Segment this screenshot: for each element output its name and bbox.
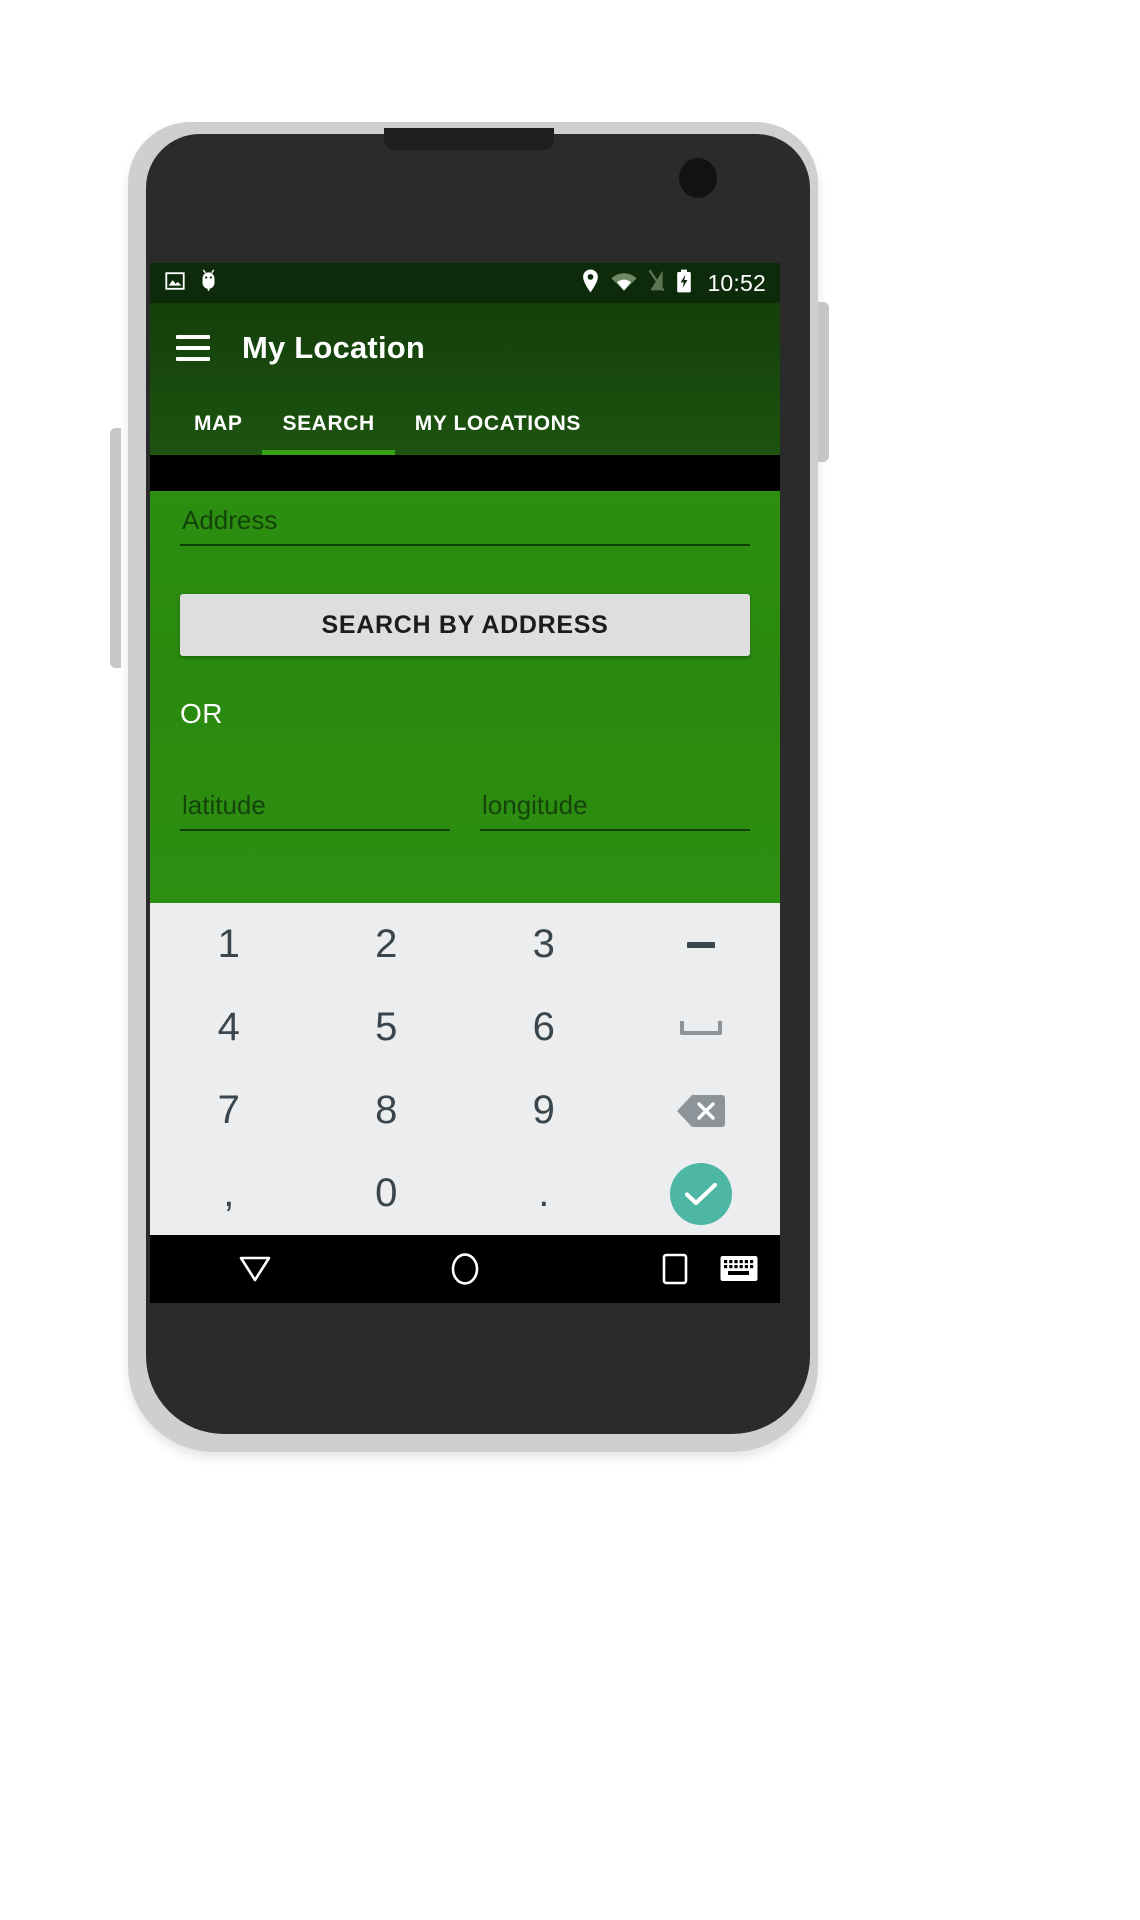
android-navigation-bar xyxy=(150,1235,780,1303)
tab-my-locations[interactable]: MY LOCATIONS xyxy=(395,393,601,455)
key-1[interactable]: 1 xyxy=(150,903,308,986)
earpiece-speaker xyxy=(384,128,554,150)
back-button[interactable] xyxy=(150,1254,360,1289)
address-field-wrapper xyxy=(180,491,750,546)
key-1-label: 1 xyxy=(217,922,240,966)
key-4[interactable]: 4 xyxy=(150,986,308,1069)
volume-hardware-button[interactable] xyxy=(110,428,121,668)
key-7[interactable]: 7 xyxy=(150,1069,308,1152)
location-pin-icon xyxy=(581,269,600,298)
minus-icon xyxy=(687,941,716,948)
key-enter[interactable] xyxy=(623,1152,781,1235)
home-button[interactable] xyxy=(360,1252,570,1291)
key-6-label: 6 xyxy=(532,1005,555,1049)
key-4-label: 4 xyxy=(217,1005,240,1049)
key-5-label: 5 xyxy=(375,1005,398,1049)
key-period[interactable]: . xyxy=(465,1152,623,1235)
status-bar: 10:52 xyxy=(150,263,780,303)
key-9[interactable]: 9 xyxy=(465,1069,623,1152)
search-form-panel: SEARCH BY ADDRESS OR xyxy=(150,491,780,903)
enter-checkmark-icon xyxy=(670,1162,733,1225)
key-2[interactable]: 2 xyxy=(308,903,466,986)
longitude-input[interactable] xyxy=(480,784,750,831)
front-camera-icon xyxy=(679,158,717,198)
address-input[interactable] xyxy=(180,499,750,546)
battery-charging-icon xyxy=(676,269,692,298)
key-comma-label: , xyxy=(223,1171,235,1215)
key-6[interactable]: 6 xyxy=(465,986,623,1069)
key-0[interactable]: 0 xyxy=(308,1152,466,1235)
tab-search[interactable]: SEARCH xyxy=(262,393,396,455)
key-3[interactable]: 3 xyxy=(465,903,623,986)
status-bar-clock: 10:52 xyxy=(707,269,766,296)
app-bar-top-row: My Location xyxy=(150,303,780,393)
android-debug-icon xyxy=(198,269,219,298)
key-9-label: 9 xyxy=(532,1088,555,1132)
latitude-input[interactable] xyxy=(180,784,450,831)
search-by-address-button[interactable]: SEARCH BY ADDRESS xyxy=(180,594,750,656)
status-bar-left-icons xyxy=(164,269,219,298)
key-comma[interactable]: , xyxy=(150,1152,308,1235)
recents-icon xyxy=(662,1253,688,1290)
numeric-keyboard: 1 2 3 4 5 6 7 8 9 , 0 . xyxy=(150,903,780,1235)
key-space[interactable] xyxy=(623,986,781,1069)
key-period-label: . xyxy=(538,1171,550,1215)
key-backspace[interactable] xyxy=(623,1069,781,1152)
page-title: My Location xyxy=(242,330,426,365)
key-3-label: 3 xyxy=(532,922,555,966)
longitude-field-wrapper xyxy=(480,776,750,831)
phone-screen: 10:52 My Location MAP SEARCH MY LOCATION… xyxy=(150,263,780,1303)
power-hardware-button[interactable] xyxy=(818,302,829,462)
key-8[interactable]: 8 xyxy=(308,1069,466,1152)
keyboard-indicator-button[interactable] xyxy=(720,1255,758,1287)
key-8-label: 8 xyxy=(375,1088,398,1132)
keyboard-icon xyxy=(720,1256,758,1286)
key-0-label: 0 xyxy=(375,1171,398,1215)
backspace-icon xyxy=(675,1093,727,1129)
home-icon xyxy=(450,1252,480,1291)
key-7-label: 7 xyxy=(217,1088,240,1132)
screenshot-stage: 10:52 My Location MAP SEARCH MY LOCATION… xyxy=(0,0,1140,1920)
wifi-icon xyxy=(611,270,638,296)
latitude-field-wrapper xyxy=(180,776,450,831)
back-icon xyxy=(238,1254,272,1289)
status-bar-right-icons: 10:52 xyxy=(581,269,766,298)
key-5[interactable]: 5 xyxy=(308,986,466,1069)
or-divider-label: OR xyxy=(180,698,223,729)
space-bar-icon xyxy=(680,1020,723,1035)
app-bar: My Location MAP SEARCH MY LOCATIONS xyxy=(150,303,780,455)
tab-search-label: SEARCH xyxy=(282,412,375,435)
tab-map[interactable]: MAP xyxy=(174,393,262,455)
key-minus[interactable] xyxy=(623,903,781,986)
key-2-label: 2 xyxy=(375,922,398,966)
tab-map-label: MAP xyxy=(194,412,243,435)
tab-bar: MAP SEARCH MY LOCATIONS xyxy=(150,393,780,455)
hamburger-menu-icon[interactable] xyxy=(176,335,210,361)
lat-lng-row xyxy=(180,776,750,831)
tab-my-locations-label: MY LOCATIONS xyxy=(414,412,582,435)
image-icon xyxy=(164,270,186,297)
signal-off-icon xyxy=(648,269,665,297)
